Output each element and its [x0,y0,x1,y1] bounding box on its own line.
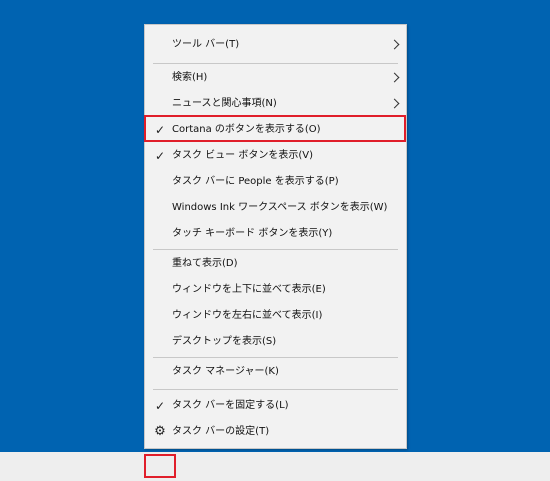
chevron-right-icon [389,98,400,109]
menu-separator [153,389,398,390]
menu-item-label: タスク バーに People を表示する(P) [172,176,339,187]
cortana-item-highlight [144,115,406,142]
checkmark-icon: ✓ [154,399,166,413]
menu-separator [153,249,398,250]
menu-item-label: タスク マネージャー(K) [172,366,279,377]
gear-icon: ⚙ [154,424,166,439]
menu-item-toolbar[interactable]: ツール バー(T) [145,32,408,58]
menu-item-label: タスク バーの設定(T) [172,426,270,437]
menu-item-label: ウィンドウを上下に並べて表示(E) [172,284,326,295]
menu-item-label: ツール バー(T) [172,39,240,50]
menu-item-label: 検索(H) [172,72,208,83]
menu-item-show-people[interactable]: タスク バーに People を表示する(P) [145,169,408,195]
menu-item-label: ウィンドウを左右に並べて表示(I) [172,310,323,321]
menu-item-news-interests[interactable]: ニュースと関心事項(N) [145,91,408,117]
menu-item-label: デスクトップを表示(S) [172,336,277,347]
taskbar-click-highlight [144,454,176,478]
menu-item-stack-windows[interactable]: ウィンドウを上下に並べて表示(E) [145,277,408,303]
menu-item-show-task-view[interactable]: ✓ タスク ビュー ボタンを表示(V) [145,143,408,169]
menu-item-side-by-side[interactable]: ウィンドウを左右に並べて表示(I) [145,303,408,329]
menu-separator [153,357,398,358]
taskbar[interactable] [0,452,550,481]
menu-item-label: 重ねて表示(D) [172,258,238,269]
menu-separator [153,63,398,64]
taskbar-context-menu: ツール バー(T) 検索(H) ニュースと関心事項(N) ✓ Cortana の… [144,24,407,449]
menu-item-label: タッチ キーボード ボタンを表示(Y) [172,228,333,239]
checkmark-icon: ✓ [154,149,166,163]
chevron-right-icon [389,72,400,83]
menu-item-cascade[interactable]: 重ねて表示(D) [145,251,408,277]
menu-item-show-desktop[interactable]: デスクトップを表示(S) [145,329,408,355]
menu-item-windows-ink[interactable]: Windows Ink ワークスペース ボタンを表示(W) [145,195,408,221]
menu-item-lock-taskbar[interactable]: ✓ タスク バーを固定する(L) [145,393,408,419]
menu-item-taskbar-settings[interactable]: ⚙ タスク バーの設定(T) [145,419,408,445]
menu-item-label: タスク ビュー ボタンを表示(V) [172,150,314,161]
menu-item-touch-keyboard[interactable]: タッチ キーボード ボタンを表示(Y) [145,221,408,247]
menu-item-label: Windows Ink ワークスペース ボタンを表示(W) [172,202,388,213]
menu-item-label: タスク バーを固定する(L) [172,400,289,411]
menu-item-search[interactable]: 検索(H) [145,65,408,91]
menu-item-task-manager[interactable]: タスク マネージャー(K) [145,359,408,385]
chevron-right-icon [389,39,400,50]
menu-item-label: ニュースと関心事項(N) [172,98,277,109]
